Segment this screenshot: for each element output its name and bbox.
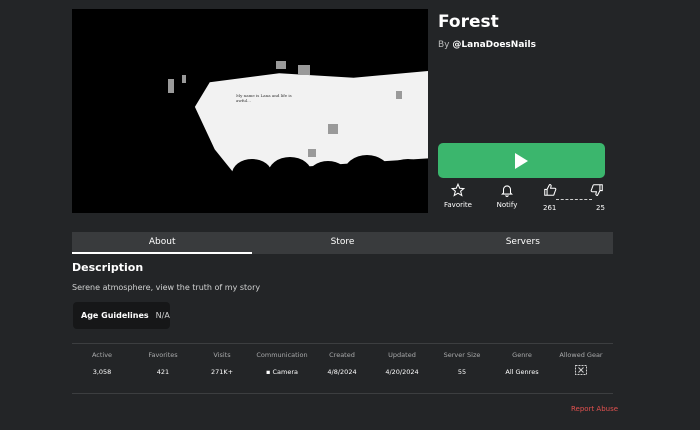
stat-value: All Genres xyxy=(505,368,539,376)
thumbnail-pixel xyxy=(182,75,186,83)
stats-bottom-divider xyxy=(72,393,613,394)
tab-store[interactable]: Store xyxy=(252,232,432,254)
stat-updated: Updated 4/20/2024 xyxy=(372,351,432,376)
report-abuse-link[interactable]: Report Abuse xyxy=(571,405,618,413)
play-button[interactable] xyxy=(438,143,605,178)
vote-section: 261 25 xyxy=(540,183,606,215)
star-icon xyxy=(451,183,465,197)
thumbs-up-icon[interactable] xyxy=(543,183,557,197)
stat-label: Created xyxy=(329,351,355,359)
stat-server-size: Server Size 55 xyxy=(432,351,492,376)
vote-ratio-bar xyxy=(556,199,592,200)
bell-icon xyxy=(501,185,513,197)
age-guidelines-badge[interactable]: Age Guidelines N/A xyxy=(73,302,170,329)
stat-label: Communication xyxy=(256,351,308,359)
favorite-label: Favorite xyxy=(444,201,472,209)
stat-visits: Visits 271K+ xyxy=(192,351,252,376)
stat-label: Genre xyxy=(512,351,532,359)
stat-label: Favorites xyxy=(148,351,178,359)
dislike-count: 25 xyxy=(596,204,605,212)
thumbnail-shadow xyxy=(268,157,312,191)
by-prefix: By xyxy=(438,40,450,50)
stat-label: Allowed Gear xyxy=(559,351,603,359)
thumbnail-pixel xyxy=(276,61,286,69)
like-count: 261 xyxy=(543,204,557,212)
age-guidelines-value: N/A xyxy=(155,311,170,320)
stat-label: Server Size xyxy=(443,351,481,359)
stat-label: Visits xyxy=(213,351,231,359)
stats-top-divider xyxy=(72,343,613,344)
stat-value: 55 xyxy=(457,368,467,376)
thumbnail-pixel xyxy=(168,79,174,93)
communication-value: Camera xyxy=(272,368,298,376)
age-guidelines-label: Age Guidelines xyxy=(81,311,149,320)
notify-label: Notify xyxy=(496,201,518,209)
thumbnail-shadow xyxy=(232,159,272,189)
stat-value: 421 xyxy=(156,368,170,376)
gear-restricted-icon xyxy=(575,365,587,375)
stat-value: 3,058 xyxy=(92,368,112,376)
stat-value: 4/20/2024 xyxy=(385,368,419,376)
notify-button[interactable]: Notify xyxy=(487,183,527,209)
stat-value: 271K+ xyxy=(210,368,234,376)
thumbnail-pixel xyxy=(308,149,316,157)
stat-created: Created 4/8/2024 xyxy=(312,351,372,376)
stat-communication: Communication ▪ Camera xyxy=(252,351,312,376)
thumbnail-pixel xyxy=(328,124,338,134)
thumbnail-shadow xyxy=(308,161,348,191)
stat-active: Active 3,058 xyxy=(72,351,132,376)
description-heading: Description xyxy=(72,261,144,274)
camera-icon: ▪ xyxy=(266,368,271,376)
stats-row: Active 3,058 Favorites 421 Visits 271K+ … xyxy=(72,351,613,381)
tab-about[interactable]: About xyxy=(72,232,253,254)
tab-servers[interactable]: Servers xyxy=(433,232,613,254)
description-text: Serene atmosphere, view the truth of my … xyxy=(72,283,261,292)
thumbnail-story-text: My name is Lana and life is awful... xyxy=(236,93,292,103)
thumbnail-pixel xyxy=(298,65,310,75)
stat-genre: Genre All Genres xyxy=(492,351,552,376)
stat-value: 4/8/2024 xyxy=(327,368,357,376)
game-thumbnail: My name is Lana and life is awful... xyxy=(72,9,428,213)
play-icon xyxy=(515,152,528,169)
thumbs-down-icon[interactable] xyxy=(590,183,604,197)
favorite-button[interactable]: Favorite xyxy=(438,183,478,209)
stat-label: Active xyxy=(91,351,113,359)
creator-byline: By @LanaDoesNails xyxy=(438,40,536,50)
stat-favorites: Favorites 421 xyxy=(133,351,193,376)
thumbnail-pixel xyxy=(396,91,402,99)
thumbnail-shadow xyxy=(384,159,428,193)
stat-value: ▪ Camera xyxy=(252,368,312,376)
game-title: Forest xyxy=(438,12,499,32)
creator-link[interactable]: @LanaDoesNails xyxy=(452,40,536,50)
thumbnail-shadow xyxy=(344,155,390,191)
tab-bar: About Store Servers xyxy=(72,232,613,254)
stat-allowed-gear: Allowed Gear xyxy=(551,351,611,375)
stat-label: Updated xyxy=(388,351,416,359)
